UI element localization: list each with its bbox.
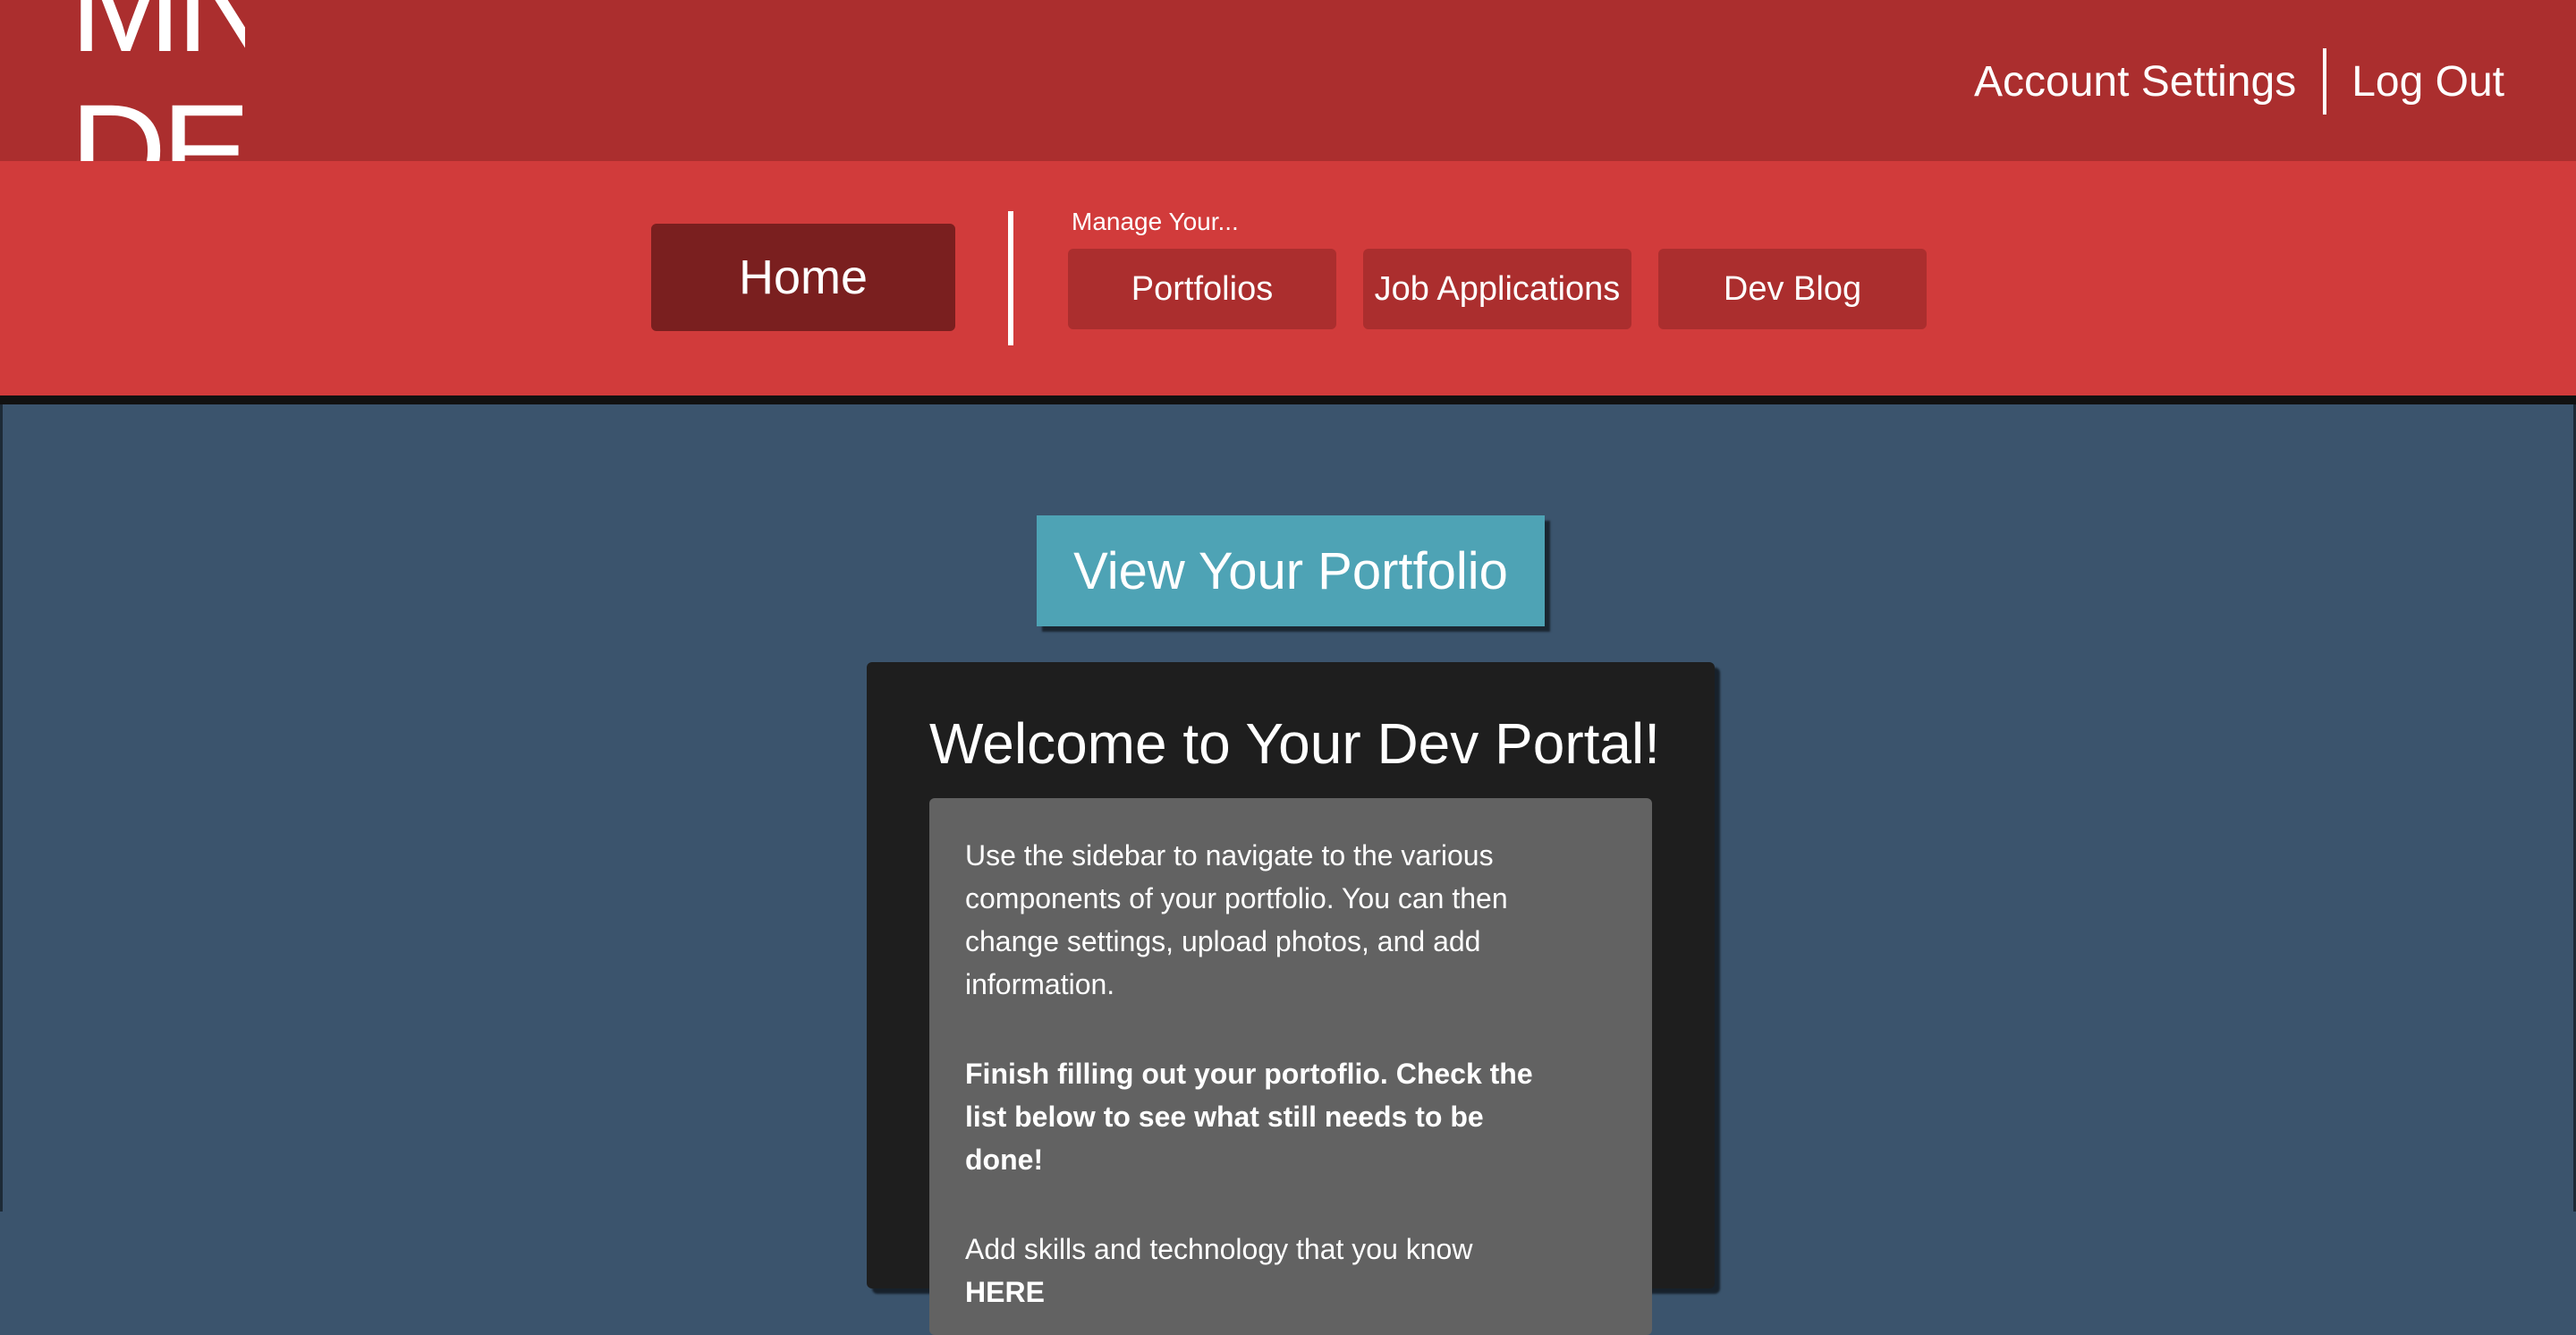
main-navigation: Home Manage Your... Portfolios Job Appli… xyxy=(0,161,2576,395)
welcome-card-body: Use the sidebar to navigate to the vario… xyxy=(929,798,1652,1335)
job-applications-button[interactable]: Job Applications xyxy=(1363,249,1631,329)
logout-link[interactable]: Log Out xyxy=(2351,57,2504,106)
dev-blog-button[interactable]: Dev Blog xyxy=(1658,249,1927,329)
nav-shadow xyxy=(0,395,2576,404)
main-content: View Your Portfolio Welcome to Your Dev … xyxy=(0,404,2576,1335)
account-links: Account Settings Log Out xyxy=(1974,48,2504,115)
logo-text-line-1: MN xyxy=(70,0,245,80)
portfolios-button[interactable]: Portfolios xyxy=(1068,249,1336,329)
account-links-divider xyxy=(2323,48,2327,115)
logo-text-line-2: DE xyxy=(70,76,245,161)
manage-your-label: Manage Your... xyxy=(1072,208,1239,235)
welcome-card: Welcome to Your Dev Portal! Use the side… xyxy=(867,662,1715,1335)
nav-divider xyxy=(1008,211,1013,345)
skills-here-link[interactable]: HERE xyxy=(965,1276,1045,1308)
top-header: MN DE Account Settings Log Out xyxy=(0,0,2576,161)
skills-paragraph: Add skills and technology that you know … xyxy=(965,1228,1555,1314)
intro-paragraph: Use the sidebar to navigate to the vario… xyxy=(965,839,1508,1000)
view-portfolio-button[interactable]: View Your Portfolio xyxy=(1037,515,1545,626)
site-logo[interactable]: MN DE xyxy=(70,0,245,161)
home-button[interactable]: Home xyxy=(651,224,955,331)
skills-text: Add skills and technology that you know xyxy=(965,1233,1473,1265)
finish-portfolio-paragraph: Finish filling out your portoflio. Check… xyxy=(965,1058,1533,1176)
account-settings-link[interactable]: Account Settings xyxy=(1974,57,2296,106)
welcome-title: Welcome to Your Dev Portal! xyxy=(929,711,1660,776)
